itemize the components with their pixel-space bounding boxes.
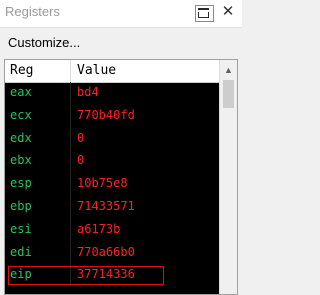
table-row[interactable]: ecx 770b40fd: [5, 104, 219, 128]
register-value: 71433571: [77, 198, 135, 213]
table-row[interactable]: edx 0: [5, 127, 219, 151]
table-row[interactable]: eax bd4: [5, 82, 219, 105]
table-header: Reg Value: [5, 60, 219, 83]
register-name: eax: [10, 85, 32, 99]
register-name: eip: [10, 267, 32, 282]
table-row[interactable]: esi a6173b: [5, 218, 219, 242]
register-rows: eax bd4 ecx 770b40fd edx 0 ebx 0 esp 10b75e8 …: [5, 82, 219, 288]
register-value: a6173b: [77, 221, 121, 236]
register-name: esi: [10, 221, 32, 236]
toolbar: Customize...: [0, 28, 242, 56]
table-row[interactable]: ebx 0: [5, 150, 219, 174]
column-header-value[interactable]: Value: [77, 63, 116, 78]
register-name: edx: [10, 130, 32, 145]
close-icon[interactable]: ✕: [218, 2, 238, 22]
table-row[interactable]: edi 770a66b0: [5, 241, 219, 265]
register-name: esp: [10, 176, 32, 191]
register-name: ecx: [10, 107, 32, 122]
register-value: 0: [77, 130, 85, 145]
register-name: ebx: [10, 153, 32, 168]
scroll-thumb[interactable]: [223, 80, 234, 108]
register-value: bd4: [77, 85, 99, 99]
register-value: 770a66b0: [77, 244, 135, 259]
vertical-scrollbar[interactable]: ▲: [219, 60, 237, 294]
title-bar: Registers ✕: [0, 0, 242, 28]
register-value: 770b40fd: [77, 107, 135, 122]
column-header-reg[interactable]: Reg: [10, 63, 33, 78]
table-row[interactable]: ebp 71433571: [5, 195, 219, 219]
customize-button[interactable]: Customize...: [8, 35, 80, 50]
register-name: ebp: [10, 198, 32, 213]
registers-table: Reg Value eax bd4 ecx 770b40fd edx 0 ebx 0 e…: [4, 59, 238, 295]
chevron-up-icon[interactable]: ▲: [224, 66, 233, 75]
window-menu-icon[interactable]: [195, 5, 214, 22]
window-title: Registers: [5, 4, 60, 19]
register-value: 0: [77, 153, 85, 168]
table-row-eip-highlighted[interactable]: eip 37714336: [5, 264, 219, 288]
table-row[interactable]: esp 10b75e8: [5, 173, 219, 196]
register-value: 37714336: [77, 267, 135, 282]
register-value: 10b75e8: [77, 176, 128, 191]
register-name: edi: [10, 244, 32, 259]
